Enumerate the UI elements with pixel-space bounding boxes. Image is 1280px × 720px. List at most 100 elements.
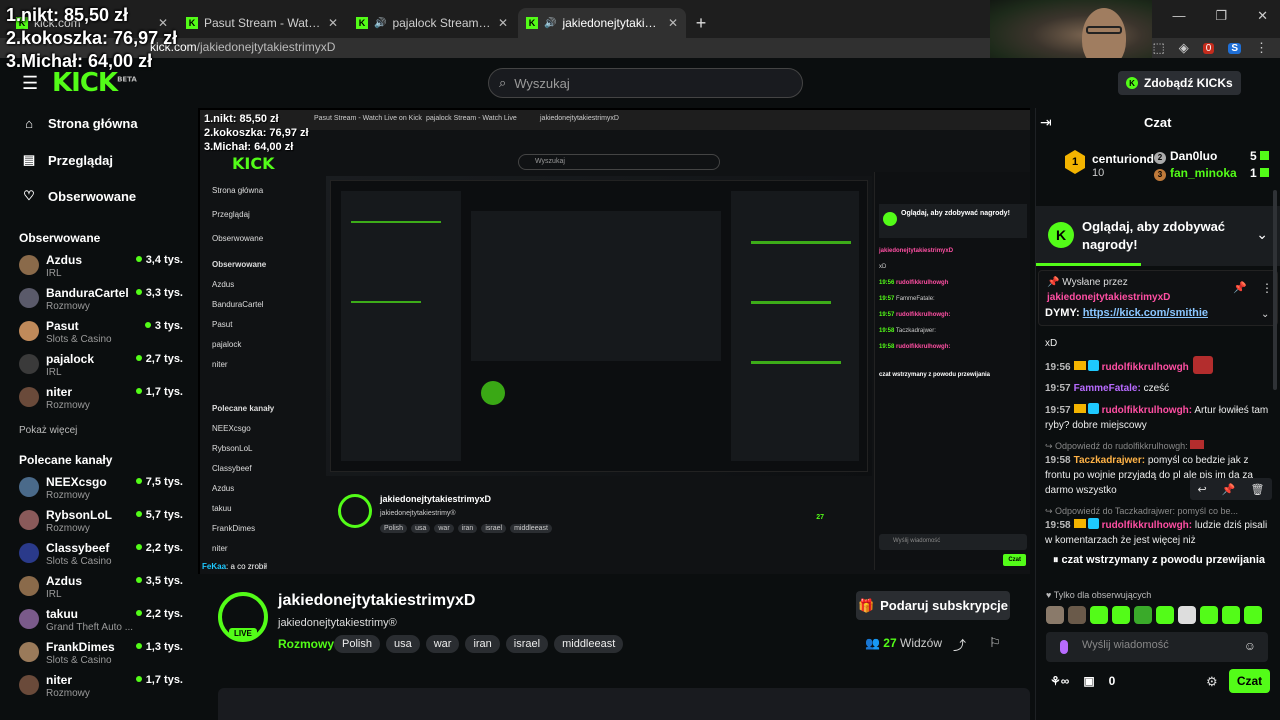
speaker-icon[interactable]: 🔊 <box>544 18 556 29</box>
expand-chevron-icon[interactable]: ⌄ <box>1261 309 1269 320</box>
gift-subscription-button[interactable]: 🎁 Podaruj subskrypcje <box>856 591 1010 620</box>
send-chat-button[interactable]: Czat <box>1229 669 1270 693</box>
sidebar-channel-neexcsgo[interactable]: NEEXcsgo Rozmowy 7,5 tys. <box>19 475 187 507</box>
channel-category: Rozmowy <box>46 523 90 534</box>
extension-badge[interactable]: 0 <box>1202 42 1215 54</box>
leaderboard-first[interactable]: 1 centuriond 10 <box>1065 150 1154 179</box>
nav-following[interactable]: ♡ Obserwowane <box>22 188 136 204</box>
gear-icon[interactable]: ⚙ <box>1206 674 1218 690</box>
leaderboard-third[interactable]: 3 fan_minoka 1 <box>1154 166 1257 181</box>
emote-icon[interactable] <box>1068 606 1086 624</box>
emote-icon[interactable] <box>1200 606 1218 624</box>
emote-icon[interactable] <box>1134 606 1152 624</box>
emote-icon[interactable] <box>1178 606 1196 624</box>
kick-favicon-icon: K <box>526 17 538 29</box>
sidebar-channel-classybeef[interactable]: Classybeef Slots & Casino 2,2 tys. <box>19 541 187 573</box>
search-input[interactable] <box>514 75 765 91</box>
close-tab-icon[interactable]: ✕ <box>668 16 678 30</box>
channel-category: Rozmowy <box>46 400 90 411</box>
speaker-icon[interactable]: 🔊 <box>374 18 386 29</box>
sidebar-channel-niter[interactable]: niter Rozmowy 1,7 tys. <box>19 385 187 417</box>
avatar <box>19 576 39 596</box>
stream-tag[interactable]: Polish <box>334 635 380 653</box>
new-tab-button[interactable]: + <box>688 8 714 38</box>
kicks-infinity-icon[interactable]: ⚘∞ <box>1050 674 1069 688</box>
emote-icon[interactable] <box>1090 606 1108 624</box>
report-user-icon[interactable]: ⚐ <box>989 635 1001 651</box>
delete-icon[interactable]: 🗑 <box>1251 483 1265 496</box>
share-icon[interactable]: ⤴ <box>953 635 966 654</box>
menu-icon[interactable]: ⋮ <box>1255 40 1268 56</box>
emote-icon[interactable] <box>1222 606 1240 624</box>
stream-tag[interactable]: iran <box>465 635 500 653</box>
viewers-icon: 👥 <box>865 636 880 650</box>
hamburger-menu-icon[interactable]: ☰ <box>22 73 38 94</box>
pin-icon[interactable]: 📌 <box>1233 281 1247 294</box>
nav-browse[interactable]: ▤ Przeglądaj <box>22 152 113 168</box>
extension-s-icon[interactable]: S <box>1228 42 1241 54</box>
browser-tab[interactable]: KPasut Stream - Watch Live on Kick✕ <box>178 8 346 38</box>
gamepad-icon[interactable]: ◈ <box>1179 40 1189 56</box>
sidebar-channel-azdus[interactable]: Azdus IRL 3,5 tys. <box>19 574 187 606</box>
minimize-icon[interactable]: — <box>1172 8 1185 24</box>
emote-icon[interactable] <box>1156 606 1174 624</box>
chat-scrollbar[interactable] <box>1273 190 1277 390</box>
stream-tag[interactable]: middleeast <box>554 635 624 653</box>
video-player[interactable]: Pasut Stream - Watch Live on Kick pajalo… <box>198 108 1030 574</box>
chat-paused-notice[interactable]: ⏸ czat wstrzymany z powodu przewijania <box>1040 554 1278 574</box>
emote-icon[interactable] <box>1046 606 1064 624</box>
browser-tab[interactable]: K🔊pajalock Stream - Watch Live on Kick✕ <box>348 8 516 38</box>
sidebar-channel-pajalock[interactable]: pajalock IRL 2,7 tys. <box>19 352 187 384</box>
ranking-2: 2.kokoszka: 76,97 zł <box>6 28 178 48</box>
close-tab-icon[interactable]: ✕ <box>498 16 508 30</box>
search-box[interactable]: ⌕ <box>488 68 803 98</box>
stream-tag[interactable]: israel <box>505 635 549 653</box>
chat-message-input[interactable] <box>1082 639 1242 651</box>
stream-tag[interactable]: war <box>425 635 460 653</box>
avatar <box>19 321 39 341</box>
reply-icon[interactable]: ↩ <box>1198 483 1207 496</box>
search-icon: ⌕ <box>499 75 507 90</box>
close-tab-icon[interactable]: ✕ <box>328 16 338 30</box>
pinned-author[interactable]: jakiedonejtytakiestrimyxD <box>1047 292 1170 303</box>
microphone-icon[interactable] <box>1060 640 1068 654</box>
chat-input-box[interactable]: ☺ <box>1046 632 1268 662</box>
channel-viewers: 2,2 tys. <box>136 542 183 554</box>
channel-category: Rozmowy <box>46 301 90 312</box>
pin-message-icon[interactable]: 📌 <box>1222 483 1236 496</box>
sidebar-channel-takuu[interactable]: takuu Grand Theft Auto ... 2,2 tys. <box>19 607 187 639</box>
rewards-promo-banner[interactable]: K Oglądaj, aby zdobywać nagrody! ⌄ <box>1036 206 1280 266</box>
channel-viewers: 7,5 tys. <box>136 476 183 488</box>
sidebar-channel-azdus[interactable]: Azdus IRL 3,4 tys. <box>19 253 187 285</box>
sidebar-channel-rybsonlol[interactable]: RybsonLoL Rozmowy 5,7 tys. <box>19 508 187 540</box>
show-more-link[interactable]: Pokaż więcej <box>19 425 77 436</box>
url-text[interactable]: kick.com/jakiedonejtytakiestrimyxD <box>150 40 335 54</box>
sidebar-channel-frankdimes[interactable]: FrankDimes Slots & Casino 1,3 tys. <box>19 640 187 672</box>
get-kicks-button[interactable]: K Zdobądź KICKs <box>1118 71 1241 95</box>
close-window-icon[interactable]: ✕ <box>1257 8 1268 24</box>
nav-home[interactable]: ⌂ Strona główna <box>22 116 138 131</box>
browser-tab[interactable]: K🔊jakiedonejtytakiestrimyxD Stream✕ <box>518 8 686 38</box>
emote-icon[interactable] <box>1112 606 1130 624</box>
maximize-icon[interactable]: ❐ <box>1215 8 1227 24</box>
emote-icon[interactable] <box>1244 606 1262 624</box>
chat-message: 19:57 FammeFatale: cześć <box>1045 383 1170 394</box>
pinned-link[interactable]: https://kick.com/smithie <box>1083 307 1208 319</box>
home-icon: ⌂ <box>25 116 33 131</box>
channel-viewers: 1,7 tys. <box>136 674 183 686</box>
stream-category[interactable]: Rozmowy <box>278 637 334 651</box>
leaderboard-second[interactable]: 2 Dan0luo 5 <box>1154 149 1257 164</box>
sidebar-channel-banduracartel[interactable]: BanduraCartel Rozmowy 3,3 tys. <box>19 286 187 318</box>
avatar <box>19 354 39 374</box>
collapse-chat-icon[interactable]: ⇥ <box>1040 114 1052 131</box>
emoji-icon[interactable]: ☺ <box>1244 639 1256 653</box>
sidebar-channel-pasut[interactable]: Pasut Slots & Casino 3 tys. <box>19 319 187 351</box>
gift-box-icon[interactable]: ▣ <box>1083 674 1094 688</box>
stream-tag[interactable]: usa <box>385 635 420 653</box>
channel-name: takuu <box>46 607 79 621</box>
stream-title[interactable]: jakiedonejtytakiestrimyxD <box>278 592 475 610</box>
extensions-icon[interactable]: ⬚ <box>1152 40 1164 56</box>
chevron-down-icon[interactable]: ⌄ <box>1256 226 1268 243</box>
sidebar-channel-niter[interactable]: niter Rozmowy 1,7 tys. <box>19 673 187 705</box>
more-options-icon[interactable]: ⋮ <box>1261 281 1273 295</box>
